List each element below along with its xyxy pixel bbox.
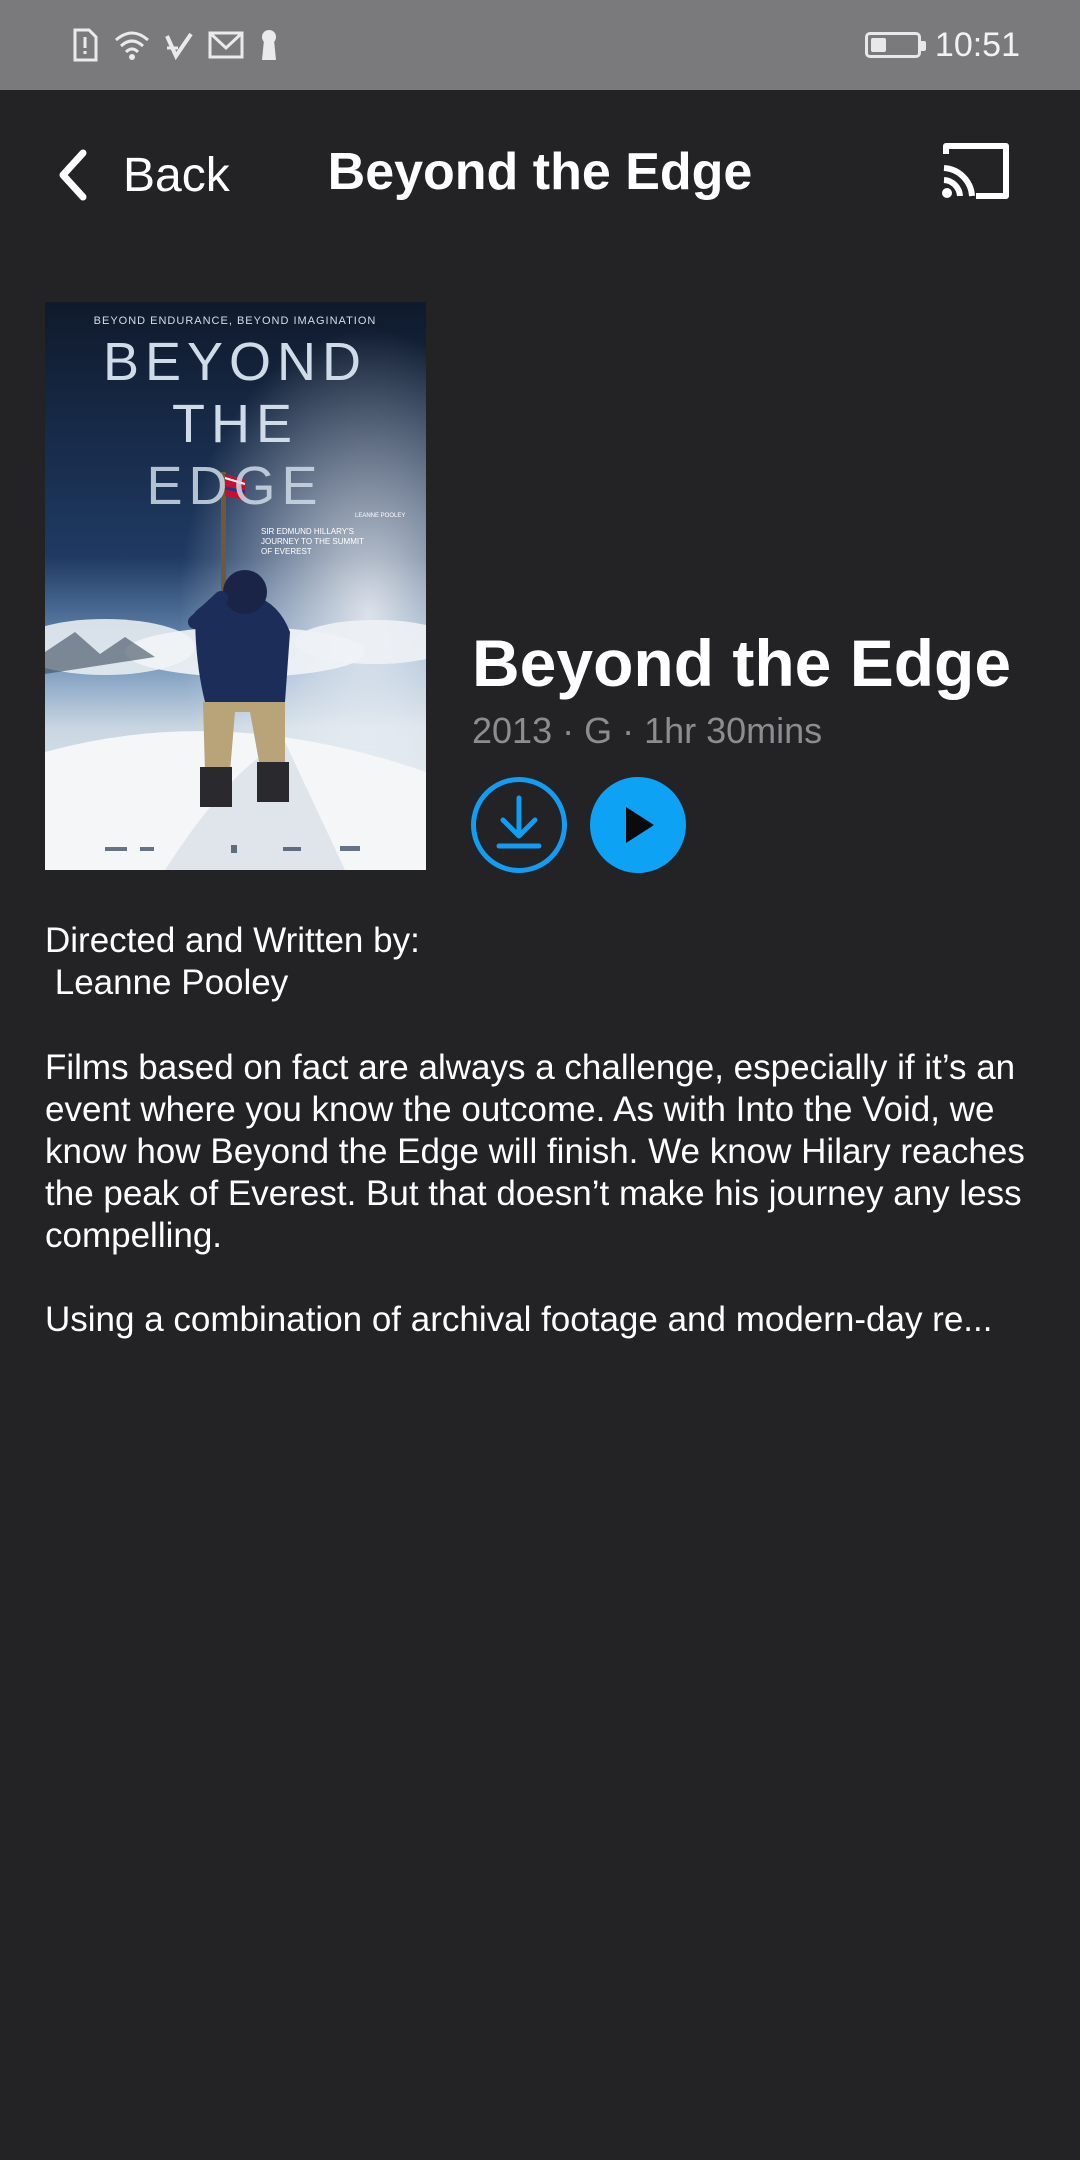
movie-poster[interactable]: BEYOND ENDURANCE, BEYOND IMAGINATION BEY… (45, 302, 426, 870)
battery-fill (870, 38, 887, 52)
download-icon (496, 795, 542, 849)
keyhole-icon (262, 30, 276, 60)
alert-sim-icon (73, 28, 98, 62)
status-time: 10:51 (934, 25, 1020, 64)
description-paragraph-truncated[interactable]: Using a combination of archival footage … (45, 1299, 1045, 1341)
battery-icon (864, 32, 926, 58)
credits-label: Directed and Written by: (45, 921, 420, 960)
poster-subtitle: SIR EDMUND HILLARY'S (261, 527, 354, 536)
app-header: Back Beyond the Edge (0, 90, 1080, 260)
poster-title-3: EDGE (146, 456, 323, 516)
poster-tagline: BEYOND ENDURANCE, BEYOND IMAGINATION (94, 315, 377, 327)
description-paragraph: Films based on fact are always a challen… (45, 1048, 1025, 1255)
wifi-icon (115, 31, 149, 60)
svg-text:JOURNEY TO THE SUMMIT: JOURNEY TO THE SUMMIT (261, 537, 364, 546)
description: Films based on fact are always a challen… (45, 1047, 1045, 1341)
movie-meta: 2013 · G · 1hr 30mins (472, 710, 823, 751)
download-button[interactable] (471, 777, 567, 873)
page-title: Beyond the Edge (327, 143, 753, 201)
movie-title: Beyond the Edge (472, 626, 1012, 700)
credits: Directed and Written by: Leanne Pooley (45, 920, 1045, 1004)
status-right: 10:51 (864, 25, 1020, 65)
status-icons (70, 28, 280, 62)
cast-icon[interactable] (940, 140, 1012, 202)
play-icon (626, 807, 654, 843)
check-icon (165, 32, 193, 61)
poster-title-2: THE (172, 394, 298, 454)
poster-title-1: BEYOND (103, 332, 367, 392)
poster-director-credit: LEANNE POOLEY (355, 513, 405, 519)
status-bar: 10:51 (0, 0, 1080, 90)
mail-icon (208, 31, 244, 59)
credits-director: Leanne Pooley (45, 963, 289, 1002)
poster-image: BEYOND ENDURANCE, BEYOND IMAGINATION BEY… (45, 302, 426, 870)
play-button[interactable] (590, 777, 686, 873)
svg-text:OF EVEREST: OF EVEREST (261, 547, 312, 556)
